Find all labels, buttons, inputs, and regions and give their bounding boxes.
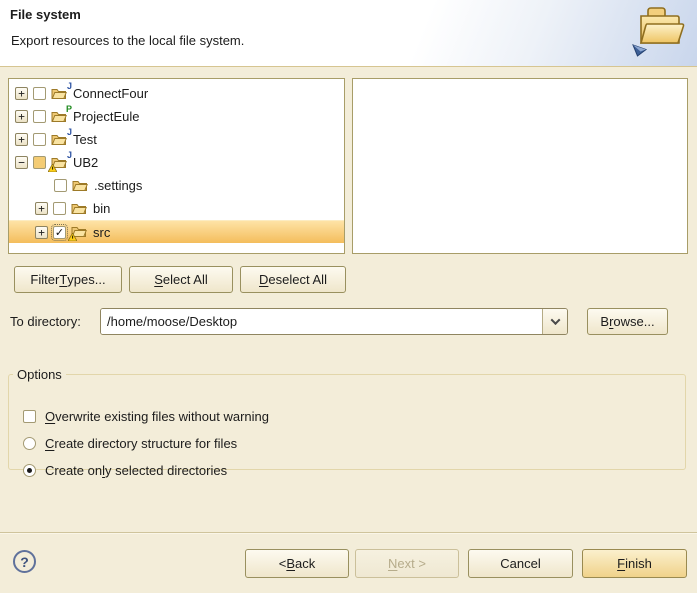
tree-item-label: UB2 bbox=[73, 155, 98, 170]
project-folder-icon: P bbox=[51, 110, 68, 124]
next-button-disabled[interactable]: Next > bbox=[355, 549, 459, 578]
combo-dropdown-button[interactable] bbox=[542, 309, 567, 334]
deselect-all-button[interactable]: Deselect All bbox=[240, 266, 346, 293]
option-label: Create directory structure for files bbox=[45, 436, 237, 451]
tree-item-label: ProjectEule bbox=[73, 109, 139, 124]
overwrite-checkbox[interactable] bbox=[23, 410, 36, 423]
options-legend: Options bbox=[13, 367, 66, 382]
option-create-selected[interactable]: Create only selected directories bbox=[23, 462, 227, 478]
back-button[interactable]: < Back bbox=[245, 549, 349, 578]
checkbox-test[interactable] bbox=[33, 133, 46, 146]
expand-plus-icon[interactable]: + bbox=[15, 110, 28, 123]
collapse-minus-icon[interactable]: − bbox=[15, 156, 28, 169]
folder-warning-icon bbox=[71, 225, 88, 239]
project-decorator: P bbox=[66, 105, 72, 114]
option-label: Create only selected directories bbox=[45, 463, 227, 478]
export-folder-icon bbox=[631, 3, 687, 59]
tree-item-label: Test bbox=[73, 132, 97, 147]
option-overwrite[interactable]: Overwrite existing files without warning bbox=[23, 408, 269, 424]
expand-plus-icon[interactable]: + bbox=[35, 226, 48, 239]
export-wizard-dialog: File system Export resources to the loca… bbox=[0, 0, 697, 593]
tree-item-label: ConnectFour bbox=[73, 86, 148, 101]
browse-button[interactable]: Browse... bbox=[587, 308, 668, 335]
checkbox-settings[interactable] bbox=[54, 179, 67, 192]
help-button[interactable]: ? bbox=[13, 550, 36, 573]
folder-icon bbox=[71, 202, 88, 216]
expand-plus-icon[interactable]: + bbox=[15, 133, 28, 146]
checkbox-src-checked[interactable]: ✓ bbox=[53, 226, 66, 239]
warning-triangle-icon bbox=[68, 233, 77, 241]
tree-item-connectfour[interactable]: + J ConnectFour bbox=[9, 82, 344, 105]
tree-item-settings[interactable]: .settings bbox=[9, 174, 344, 197]
tree-item-ub2[interactable]: − J UB2 bbox=[9, 151, 344, 174]
wizard-banner: File system Export resources to the loca… bbox=[0, 0, 697, 67]
java-project-folder-warning-icon: J bbox=[51, 156, 68, 170]
expand-plus-icon[interactable]: + bbox=[15, 87, 28, 100]
to-directory-label: To directory: bbox=[10, 314, 81, 329]
tree-item-label: .settings bbox=[94, 178, 142, 193]
cancel-button[interactable]: Cancel bbox=[468, 549, 573, 578]
folder-icon bbox=[72, 179, 89, 193]
directory-input[interactable] bbox=[101, 309, 542, 334]
page-title: File system bbox=[10, 7, 81, 22]
warning-triangle-icon bbox=[48, 164, 57, 172]
tree-item-test[interactable]: + J Test bbox=[9, 128, 344, 151]
checkbox-projecteule[interactable] bbox=[33, 110, 46, 123]
footer-divider bbox=[0, 532, 697, 533]
checkbox-bin[interactable] bbox=[53, 202, 66, 215]
create-selected-radio-selected[interactable] bbox=[23, 464, 36, 477]
tree-item-projecteule[interactable]: + P ProjectEule bbox=[9, 105, 344, 128]
java-project-folder-icon: J bbox=[51, 87, 68, 101]
tree-item-label: bin bbox=[93, 201, 110, 216]
finish-button[interactable]: Finish bbox=[582, 549, 687, 578]
expand-plus-icon[interactable]: + bbox=[35, 202, 48, 215]
java-project-folder-icon: J bbox=[51, 133, 68, 147]
filter-types-button[interactable]: Filter Types... bbox=[14, 266, 122, 293]
tree-item-bin[interactable]: + bin bbox=[9, 197, 344, 220]
checkbox-ub2-mixed[interactable] bbox=[33, 156, 46, 169]
option-create-structure[interactable]: Create directory structure for files bbox=[23, 435, 237, 451]
chevron-down-icon bbox=[550, 315, 560, 325]
project-tree: + J ConnectFour + P ProjectEule + J bbox=[8, 78, 345, 254]
select-all-button[interactable]: Select All bbox=[129, 266, 233, 293]
tree-item-label: src bbox=[93, 225, 110, 240]
checkbox-connectfour[interactable] bbox=[33, 87, 46, 100]
java-decorator: J bbox=[67, 151, 72, 160]
options-group: Options Overwrite existing files without… bbox=[8, 367, 686, 470]
file-list-panel[interactable] bbox=[352, 78, 688, 254]
java-decorator: J bbox=[67, 128, 72, 137]
create-structure-radio[interactable] bbox=[23, 437, 36, 450]
directory-combobox bbox=[100, 308, 568, 335]
option-label: Overwrite existing files without warning bbox=[45, 409, 269, 424]
java-decorator: J bbox=[67, 82, 72, 91]
tree-item-src-selected[interactable]: + ✓ src bbox=[9, 220, 344, 243]
page-subtitle: Export resources to the local file syste… bbox=[11, 33, 244, 48]
